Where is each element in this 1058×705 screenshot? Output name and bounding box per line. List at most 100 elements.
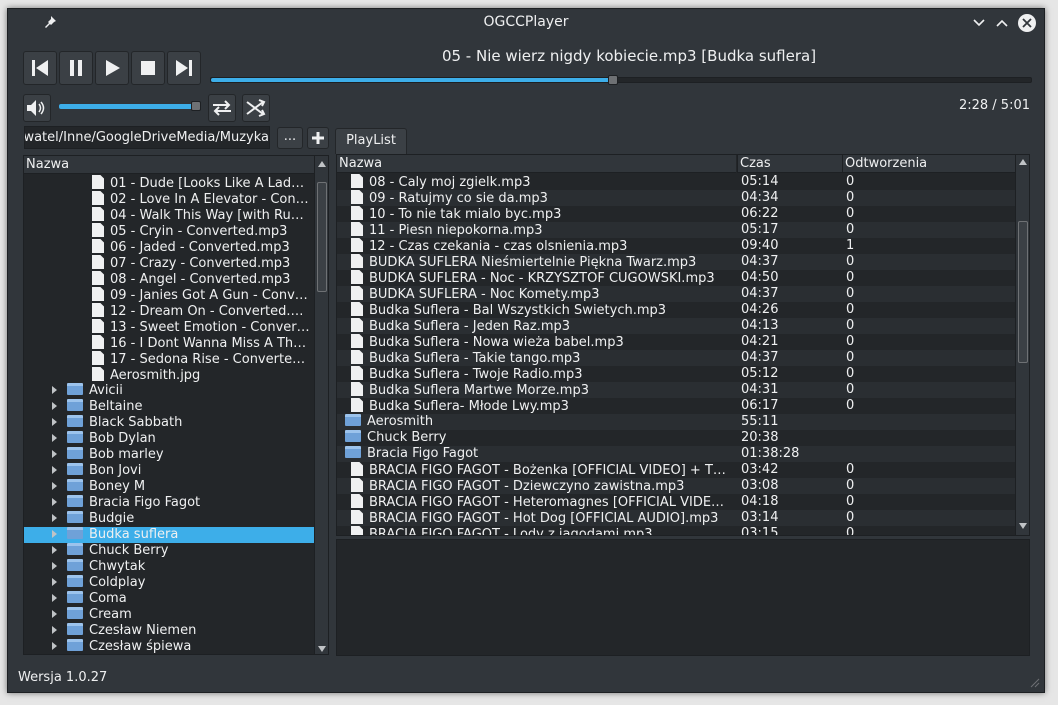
resize-grip-icon[interactable] [1030, 678, 1040, 688]
pause-button[interactable] [59, 51, 93, 85]
expand-arrow-icon[interactable] [52, 514, 57, 522]
playlist-track-row[interactable]: Budka Suflera - Twoje Radio.mp3 05:12 0 [337, 366, 1016, 382]
playlist-track-row[interactable]: 08 - Caly moj zgielk.mp3 05:14 0 [337, 174, 1016, 190]
tree-file-item[interactable]: 01 - Dude [Looks Like A Lad… [24, 175, 316, 191]
expand-arrow-icon[interactable] [52, 546, 57, 554]
expand-arrow-icon[interactable] [52, 434, 57, 442]
expand-arrow-icon[interactable] [52, 498, 57, 506]
add-button[interactable] [307, 127, 329, 149]
tree-folder-item[interactable]: Black Sabbath [24, 415, 316, 431]
col-header-plays[interactable]: Odtworzenia [842, 155, 1017, 173]
tree-file-item[interactable]: 04 - Walk This Way [with Ru… [24, 207, 316, 223]
playlist-track-row[interactable]: Budka Suflera - Bal Wszystkich Swietych.… [337, 302, 1016, 318]
tree-file-item[interactable]: Aerosmith.jpg [24, 367, 316, 383]
playlist-folder-row[interactable]: Chuck Berry 20:38 [337, 430, 1016, 446]
tree-folder-item[interactable]: Beltaine [24, 399, 316, 415]
tree-header-name[interactable]: Nazwa [24, 156, 316, 174]
volume-handle[interactable] [191, 101, 201, 111]
expand-arrow-icon[interactable] [52, 386, 57, 394]
playlist-folder-row[interactable]: Aerosmith 55:11 [337, 414, 1016, 430]
tree-folder-item[interactable]: Budgie [24, 511, 316, 527]
playlist-track-row[interactable]: BRACIA FIGO FAGOT - Lody z jagodami.mp3 0… [337, 526, 1016, 535]
tree-folder-item[interactable]: Budka suflera [24, 527, 316, 543]
playlist-track-row[interactable]: BRACIA FIGO FAGOT - Hot Dog [OFFICIAL AU… [337, 510, 1016, 526]
seek-slider[interactable] [210, 75, 1032, 85]
play-button[interactable] [95, 51, 129, 85]
tree-folder-item[interactable]: Coma [24, 591, 316, 607]
tree-file-item[interactable]: 12 - Dream On - Converted.… [24, 303, 316, 319]
expand-arrow-icon[interactable] [52, 402, 57, 410]
tree-folder-item[interactable]: Avicii [24, 383, 316, 399]
tree-file-item[interactable]: 13 - Sweet Emotion - Conver… [24, 319, 316, 335]
browse-button[interactable]: ... [277, 127, 303, 149]
playlist-track-row[interactable]: Budka Suflera- Młode Lwy.mp3 06:17 0 [337, 398, 1016, 414]
scroll-up-arrow[interactable] [318, 161, 326, 167]
minimize-icon[interactable] [970, 14, 988, 32]
tree-folder-item[interactable]: Cream [24, 607, 316, 623]
expand-arrow-icon[interactable] [52, 610, 57, 618]
scroll-thumb[interactable] [1018, 221, 1028, 363]
playlist-scrollbar[interactable] [1015, 155, 1029, 535]
scroll-down-arrow[interactable] [1019, 523, 1027, 529]
maximize-icon[interactable] [993, 14, 1011, 32]
path-field[interactable]: watel/Inne/GoogleDriveMedia/Muzyka [24, 126, 270, 149]
expand-arrow-icon[interactable] [52, 642, 57, 650]
expand-arrow-icon[interactable] [52, 562, 57, 570]
repeat-button[interactable] [208, 94, 236, 122]
tree-folder-item[interactable]: Bob marley [24, 447, 316, 463]
expand-arrow-icon[interactable] [52, 482, 57, 490]
mute-button[interactable] [23, 94, 51, 122]
tree-folder-item[interactable]: Bon Jovi [24, 463, 316, 479]
col-header-time[interactable]: Czas [737, 155, 842, 173]
playlist-track-row[interactable]: 10 - To nie tak mialo byc.mp3 06:22 0 [337, 206, 1016, 222]
playlist-track-row[interactable]: 09 - Ratujmy co sie da.mp3 04:34 0 [337, 190, 1016, 206]
playlist-track-row[interactable]: 12 - Czas czekania - czas olsnienia.mp3 0… [337, 238, 1016, 254]
expand-arrow-icon[interactable] [52, 450, 57, 458]
tree-file-item[interactable]: 07 - Crazy - Converted.mp3 [24, 255, 316, 271]
tree-file-item[interactable]: 16 - I Dont Wanna Miss A Th… [24, 335, 316, 351]
tree-folder-item[interactable]: Bob Dylan [24, 431, 316, 447]
shuffle-button[interactable] [242, 94, 270, 122]
tree-file-item[interactable]: 02 - Love In A Elevator - Con… [24, 191, 316, 207]
expand-arrow-icon[interactable] [52, 466, 57, 474]
tree-scrollbar[interactable] [314, 156, 328, 654]
seek-handle[interactable] [607, 75, 618, 85]
close-icon[interactable] [1018, 14, 1036, 32]
scroll-down-arrow[interactable] [318, 646, 326, 652]
previous-button[interactable] [23, 51, 57, 85]
expand-arrow-icon[interactable] [52, 594, 57, 602]
playlist-track-row[interactable]: BRACIA FIGO FAGOT - Bożenka [OFFICIAL VI… [337, 462, 1016, 478]
next-button[interactable] [167, 51, 201, 85]
expand-arrow-icon[interactable] [52, 626, 57, 634]
volume-slider[interactable] [59, 101, 201, 111]
playlist-track-row[interactable]: Budka Suflera - Nowa wieża babel.mp3 04:2… [337, 334, 1016, 350]
tab-playlist[interactable]: PlayList [335, 128, 407, 154]
tree-folder-item[interactable]: Chwytak [24, 559, 316, 575]
tree-file-item[interactable]: 17 - Sedona Rise - Converte… [24, 351, 316, 367]
tree-folder-item[interactable]: Chuck Berry [24, 543, 316, 559]
tree-file-item[interactable]: 06 - Jaded - Converted.mp3 [24, 239, 316, 255]
playlist-track-row[interactable]: BUDKA SUFLERA Nieśmiertelnie Piękna Twar… [337, 254, 1016, 270]
playlist-folder-row[interactable]: Bracia Figo Fagot 01:38:28 [337, 446, 1016, 462]
tree-folder-item[interactable]: Bracia Figo Fagot [24, 495, 316, 511]
tree-file-item[interactable]: 09 - Janies Got A Gun - Conv… [24, 287, 316, 303]
expand-arrow-icon[interactable] [52, 418, 57, 426]
playlist-track-row[interactable]: Budka Suflera Martwe Morze.mp3 04:31 0 [337, 382, 1016, 398]
tree-folder-item[interactable]: Czesław Niemen [24, 623, 316, 639]
col-header-name[interactable]: Nazwa [337, 155, 736, 173]
playlist-track-row[interactable]: Budka Suflera - Jeden Raz.mp3 04:13 0 [337, 318, 1016, 334]
tree-folder-item[interactable]: Coldplay [24, 575, 316, 591]
tree-file-item[interactable]: 08 - Angel - Converted.mp3 [24, 271, 316, 287]
scroll-up-arrow[interactable] [1019, 159, 1027, 165]
playlist-track-row[interactable]: 11 - Piesn niepokorna.mp3 05:17 0 [337, 222, 1016, 238]
playlist-track-row[interactable]: BUDKA SUFLERA - Noc - KRZYSZTOF CUGOWSKI… [337, 270, 1016, 286]
stop-button[interactable] [131, 51, 165, 85]
playlist-track-row[interactable]: BRACIA FIGO FAGOT - Dziewczyno zawistna.… [337, 478, 1016, 494]
tree-folder-item[interactable]: Boney M [24, 479, 316, 495]
playlist-track-row[interactable]: BRACIA FIGO FAGOT - Heteromagnes [OFFICI… [337, 494, 1016, 510]
expand-arrow-icon[interactable] [52, 530, 57, 538]
playlist-track-row[interactable]: BUDKA SUFLERA - Noc Komety.mp3 04:37 0 [337, 286, 1016, 302]
scroll-thumb[interactable] [317, 182, 327, 292]
tree-file-item[interactable]: 05 - Cryin - Converted.mp3 [24, 223, 316, 239]
expand-arrow-icon[interactable] [52, 578, 57, 586]
